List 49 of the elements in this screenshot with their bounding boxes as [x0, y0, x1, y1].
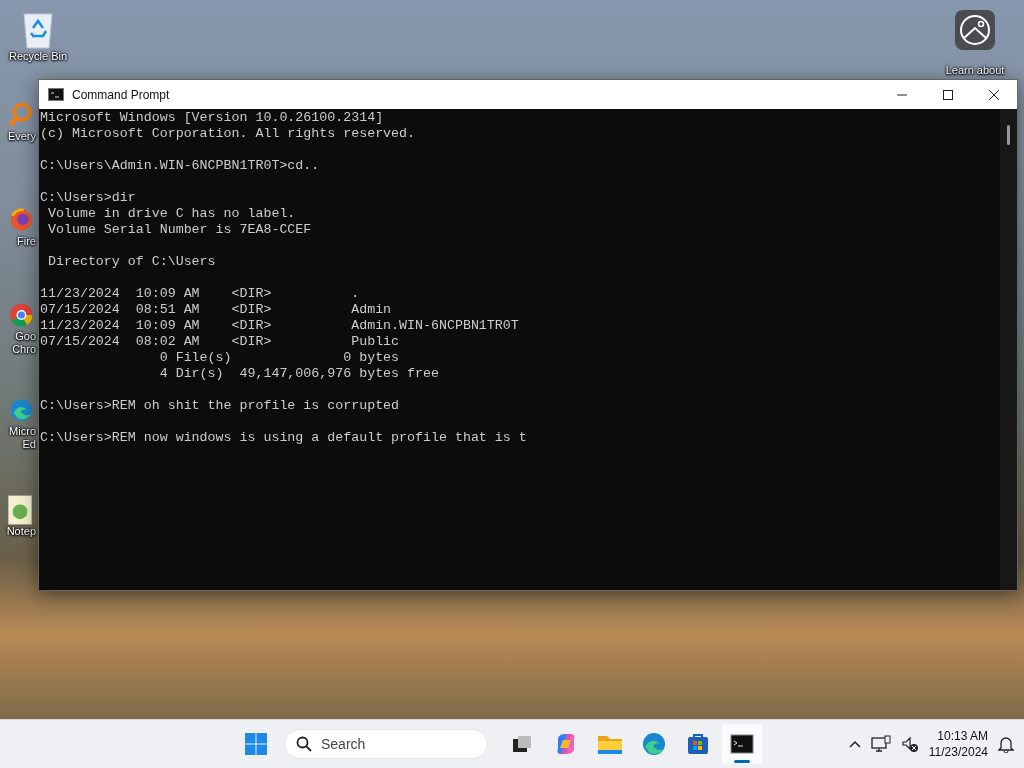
landscape-icon: [955, 10, 995, 50]
console-line: (c) Microsoft Corporation. All rights reserved.: [40, 126, 416, 142]
console-line: C:\Users>REM now windows is using a default profile that is t: [40, 430, 527, 446]
copilot-icon: [554, 732, 578, 756]
search-field[interactable]: Search: [284, 729, 488, 759]
console-line: Directory of C:\Users: [46, 254, 216, 270]
maximize-icon: [943, 89, 953, 100]
desktop-icon-label[interactable]: Learn about: [945, 64, 1005, 77]
close-icon: [989, 89, 999, 100]
terminal-icon: [48, 88, 64, 101]
terminal-icon: [730, 733, 754, 755]
console-line: 11/23/2024 10:09 AM <DIR> Admin.WIN-6NCPBN1TR0T: [40, 318, 519, 334]
store-bag-icon: [686, 732, 710, 756]
desktop-icon-label[interactable]: Chro: [12, 343, 36, 356]
desktop-icon-label[interactable]: Recycle Bin: [8, 50, 68, 63]
console-line: 07/15/2024 08:02 AM <DIR> Public: [40, 334, 400, 350]
speaker-muted-icon[interactable]: [900, 735, 919, 753]
task-view-icon: [511, 733, 533, 755]
wave-icon: [642, 732, 666, 756]
console-line: 07/15/2024 08:51 AM <DIR> Admin: [40, 302, 392, 318]
scrollbar[interactable]: [1000, 109, 1017, 590]
desktop-icon-label[interactable]: Notep: [6, 525, 36, 538]
desktop-icon-label[interactable]: Goo: [15, 330, 36, 343]
taskbar-app-button[interactable]: [722, 724, 762, 764]
console-line: 4 Dir(s) 49,147,006,976 bytes free: [158, 366, 439, 382]
notepad-icon: [8, 495, 32, 525]
console-line: 11/23/2024 10:09 AM <DIR> .: [40, 286, 360, 302]
console-line: Volume Serial Number is 7EA8-CCEF: [46, 222, 312, 238]
console-line: C:\Users>dir: [40, 190, 136, 206]
chevron-up-icon[interactable]: [848, 740, 861, 748]
console-line: C:\Users>REM oh shit the profile is corrupted: [40, 398, 400, 414]
console-line: Microsoft Windows [Version 10.0.26100.2314]: [40, 110, 384, 126]
taskbar-clock[interactable]: 10:13 AM 11/23/2024: [928, 728, 988, 760]
clock-date: 11/23/2024: [928, 744, 988, 760]
desktop-icon-label[interactable]: Ed: [22, 438, 36, 451]
folder-icon: [597, 733, 623, 755]
console-line: 0 File(s) 0 bytes: [158, 350, 400, 366]
magnifier-icon: [8, 100, 32, 130]
console-line: C:\Users\Admin.WIN-6NCPBN1TR0T>cd..: [40, 158, 320, 174]
window-title: Command Prompt: [72, 87, 171, 102]
recycle-bin-icon: [21, 10, 55, 50]
desktop-icon-label[interactable]: Fire: [17, 235, 36, 248]
bell-icon[interactable]: [998, 735, 1014, 753]
clock-time: 10:13 AM: [937, 728, 988, 744]
desktop-icon-label[interactable]: Micro: [9, 425, 36, 438]
windows-logo-icon: [245, 733, 267, 755]
console-line: Volume in drive C has no label.: [46, 206, 296, 222]
desktop-icon-label[interactable]: Every: [7, 130, 36, 143]
monitor-icon[interactable]: [870, 735, 891, 753]
